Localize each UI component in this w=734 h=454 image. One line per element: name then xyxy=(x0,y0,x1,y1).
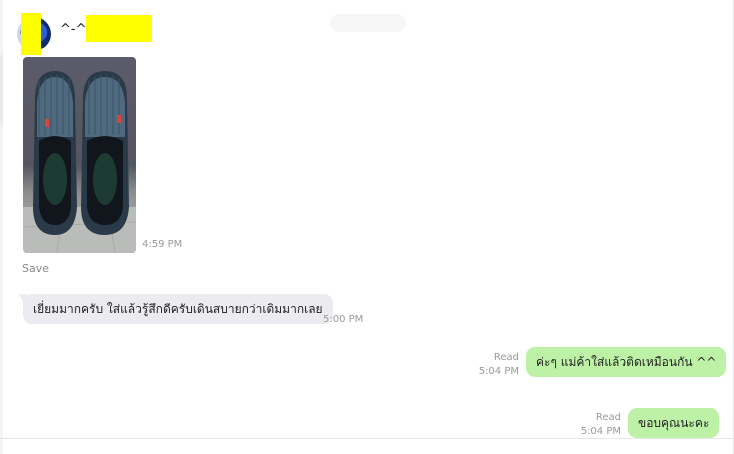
outgoing-message-bubble: ขอบคุณนะคะ xyxy=(628,408,720,438)
composer-divider xyxy=(0,438,734,439)
outgoing-message-text: ขอบคุณนะคะ xyxy=(638,416,710,430)
outgoing-message-bubble: ค่ะๆ แม่ค้าใส่แล้วติดเหมือนกัน ^^ xyxy=(526,347,727,377)
incoming-message-timestamp: 5:00 PM xyxy=(323,314,364,325)
outgoing-message-meta: Read 5:04 PM xyxy=(572,411,621,439)
image-timestamp: 4:59 PM xyxy=(142,239,183,250)
shoe-photo[interactable] xyxy=(23,57,136,253)
name-redaction xyxy=(86,15,152,42)
incoming-message-text: เยี่ยมมากครับ ใส่แล้วรู้สึกดีครับเดินสบา… xyxy=(33,302,323,316)
outgoing-message-meta: Read 5:04 PM xyxy=(470,351,519,379)
read-status: Read xyxy=(595,412,621,423)
date-divider-chip xyxy=(330,14,406,32)
outgoing-message-text: ค่ะๆ แม่ค้าใส่แล้วติดเหมือนกัน ^^ xyxy=(536,355,717,369)
avatar-redaction xyxy=(21,13,41,55)
sidebar-selection-mark xyxy=(0,55,3,125)
left-sidebar-edge xyxy=(0,0,3,454)
save-image-link[interactable]: Save xyxy=(22,262,49,275)
outgoing-message-timestamp: 5:04 PM xyxy=(580,426,621,437)
read-status: Read xyxy=(493,352,519,363)
outgoing-message-timestamp: 5:04 PM xyxy=(478,366,519,377)
incoming-message-bubble: เยี่ยมมากครับ ใส่แล้วรู้สึกดีครับเดินสบา… xyxy=(23,294,333,324)
